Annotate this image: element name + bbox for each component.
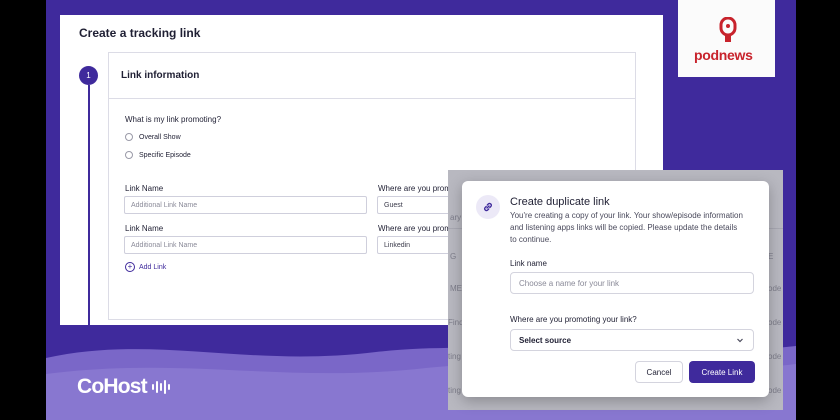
table-fragment: ode [768,284,782,293]
modal-description: You're creating a copy of your link. You… [510,211,743,244]
podnews-logo: podnews [678,0,775,77]
promo-label: Where are you promo [378,184,456,193]
table-fragment: ode [768,318,782,327]
link-name-input[interactable]: Additional Link Name [124,196,367,214]
plus-circle-icon: + [125,262,135,272]
add-link-label: Add Link [139,263,167,271]
microphone-logo-icon [719,17,737,42]
create-link-button[interactable]: Create Link [689,361,755,383]
link-name-input[interactable]: Additional Link Name [124,236,367,254]
table-fragment: ary [450,213,462,222]
chevron-down-icon [737,338,743,343]
add-link-button[interactable]: + Add Link [125,262,166,272]
radio-specific-episode[interactable]: Specific Episode [125,151,191,159]
cohost-logo: CoHost [77,375,171,399]
promo-source-label: Where are you promoting your link? [510,315,637,324]
section-title: Link information [109,53,635,99]
duplicate-link-modal: Create duplicate link You're creating a … [462,181,769,397]
radio-circle[interactable] [125,133,133,141]
radio-overall-show[interactable]: Overall Show [125,133,181,141]
radio-circle[interactable] [125,151,133,159]
promo-label: Where are you promo [378,224,456,233]
promo-canvas: Create a tracking link 1 Link informatio… [0,0,840,420]
form-title: Create a tracking link [79,26,201,40]
link-name-input[interactable]: Choose a name for your link [510,272,754,294]
table-fragment: ting [448,352,461,361]
radio-label: Specific Episode [139,151,191,159]
cohost-wordmark: CoHost [77,375,148,398]
sound-wave-icon [151,380,170,394]
link-name-label: Link name [510,259,547,268]
promo-select[interactable]: Linkedin [377,236,457,254]
link-name-label: Link Name [125,224,164,233]
promo-source-select[interactable]: Select source [510,329,754,351]
modal-title: Create duplicate link [510,196,610,208]
select-value: Select source [519,336,572,345]
step-connector [88,85,90,325]
promotion-question: What is my link promoting? [125,115,222,124]
radio-label: Overall Show [139,133,181,141]
step-number-badge: 1 [79,66,98,85]
link-name-label: Link Name [125,184,164,193]
table-fragment: ode [768,386,782,395]
table-fragment: ode [768,352,782,361]
table-fragment: G [450,252,457,261]
table-fragment: ting [448,386,461,395]
cancel-button[interactable]: Cancel [635,361,683,383]
promo-select[interactable]: Guest [377,196,457,214]
podnews-wordmark: podnews [694,47,753,63]
link-icon [476,195,500,219]
table-fragment: ME [450,284,462,293]
